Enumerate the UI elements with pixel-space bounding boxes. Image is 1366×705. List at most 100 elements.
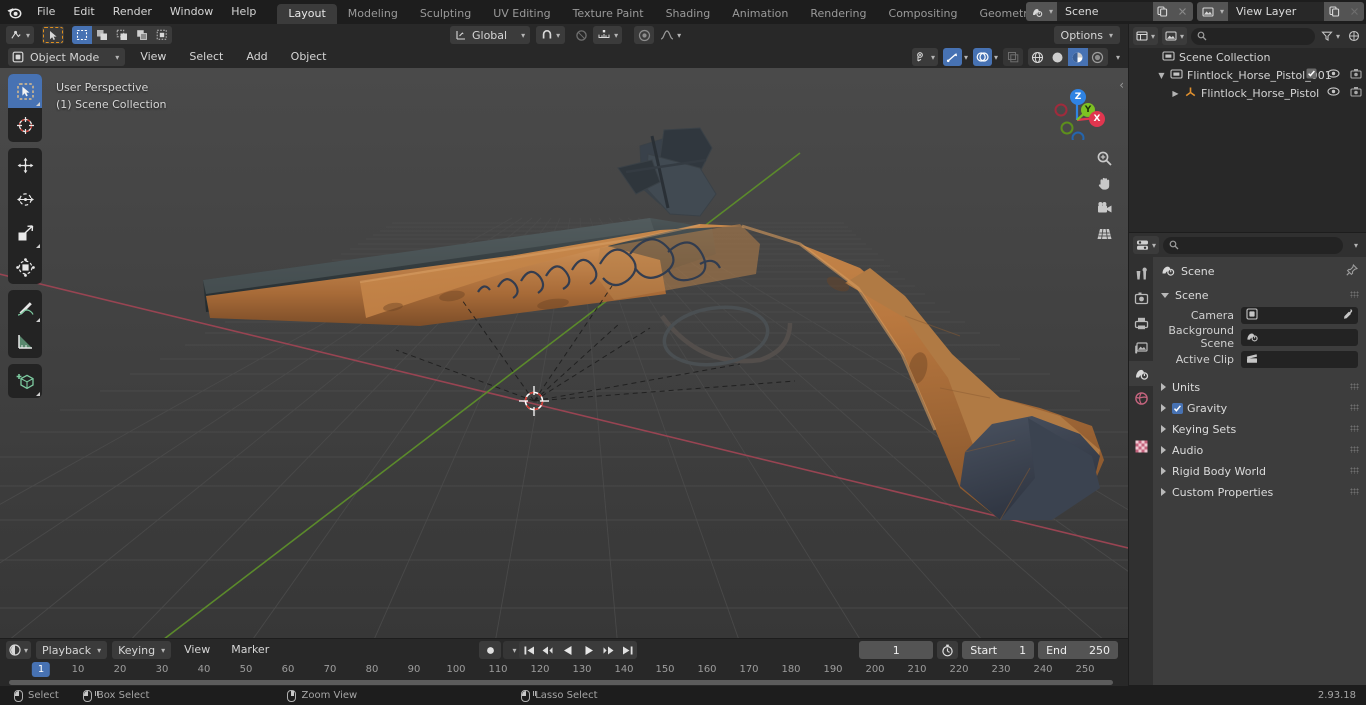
shading-solid-icon[interactable]	[1047, 48, 1068, 66]
3d-viewport[interactable]: User Perspective (1) Scene Collection Z …	[0, 68, 1128, 638]
overlays-icon[interactable]	[972, 48, 992, 66]
outliner-search-input[interactable]	[1191, 27, 1315, 45]
chevron-down-icon[interactable]: ▾	[964, 53, 968, 62]
timeline-menu-keying[interactable]: Keying ▾	[112, 641, 172, 659]
properties-tab-texture[interactable]	[1129, 434, 1153, 459]
active-clip-field[interactable]	[1241, 350, 1358, 368]
properties-tab-output[interactable]	[1129, 311, 1153, 336]
chevron-down-icon[interactable]: ▾	[994, 53, 998, 62]
editor-type-3dview-icon[interactable]: ▾	[6, 26, 35, 44]
zoom-view-button[interactable]	[1090, 146, 1118, 171]
shading-wireframe-icon[interactable]	[1027, 48, 1048, 66]
viewport-options-button[interactable]: Options ▾	[1053, 26, 1120, 44]
snap-toggle-button[interactable]: ▾	[536, 26, 566, 44]
properties-tab-scene[interactable]	[1129, 361, 1153, 386]
workspace-tab-modeling[interactable]: Modeling	[337, 4, 409, 24]
timeline-menu-view[interactable]: View	[176, 641, 218, 659]
workspace-tab-texture-paint[interactable]: Texture Paint	[562, 4, 655, 24]
camera-field[interactable]	[1241, 306, 1358, 324]
tool-transform[interactable]	[8, 250, 42, 284]
select-intersect-icon[interactable]	[132, 26, 153, 44]
panel-header-gravity[interactable]: Gravity	[1153, 398, 1366, 418]
jump-to-start-button[interactable]	[519, 641, 538, 659]
outliner-row-flintlock-horse-pistol[interactable]: ▶ Flintlock_Horse_Pistol	[1129, 84, 1366, 102]
disclosure-triangle-right-icon[interactable]: ▶	[1171, 89, 1180, 98]
toggle-perspective-button[interactable]	[1090, 221, 1118, 246]
properties-tab-view-layer[interactable]	[1129, 336, 1153, 361]
x-icon[interactable]	[1344, 2, 1364, 21]
panel-header-audio[interactable]: Audio	[1153, 440, 1366, 460]
xray-icon[interactable]	[1002, 48, 1023, 66]
timeline-scrollbar-track[interactable]	[0, 679, 1128, 686]
disclosure-triangle-down-icon[interactable]: ▼	[1157, 71, 1166, 80]
outliner-row-scene-collection[interactable]: Scene Collection	[1129, 48, 1366, 66]
timeline-playhead[interactable]: 1	[31, 662, 51, 677]
background-scene-field[interactable]	[1241, 328, 1358, 346]
object-mode-selector[interactable]: Object Mode ▾	[8, 48, 126, 66]
stopwatch-icon[interactable]	[937, 641, 959, 659]
object-visibility-icon[interactable]: ▾	[911, 48, 938, 66]
panel-header-rigid-body-world[interactable]: Rigid Body World	[1153, 461, 1366, 481]
pan-view-button[interactable]	[1090, 171, 1118, 196]
properties-tab-tool[interactable]	[1129, 261, 1153, 286]
select-box-icon[interactable]	[72, 26, 93, 44]
view-layer-name-value[interactable]: View Layer	[1228, 2, 1324, 21]
select-extend-icon[interactable]	[92, 26, 113, 44]
shading-rendered-icon[interactable]	[1087, 48, 1108, 66]
select-subtract-icon[interactable]	[112, 26, 133, 44]
menu-help[interactable]: Help	[222, 2, 265, 22]
play-button[interactable]	[578, 641, 599, 659]
editor-type-properties-icon[interactable]: ▾	[1133, 236, 1160, 254]
workspace-tab-shading[interactable]: Shading	[655, 4, 722, 24]
editor-type-outliner-icon[interactable]: ▾	[1133, 27, 1159, 45]
checkbox-icon[interactable]	[1306, 68, 1317, 82]
pin-icon[interactable]	[1346, 263, 1359, 279]
viewport-menu-object[interactable]: Object	[283, 48, 335, 66]
outliner-filter-settings-icon[interactable]	[1346, 27, 1362, 45]
record-icon[interactable]	[479, 641, 501, 659]
select-difference-icon[interactable]	[152, 26, 173, 44]
tool-scale[interactable]	[8, 216, 42, 250]
chevron-down-icon[interactable]: ▾	[1116, 53, 1120, 62]
outliner-row-flintlock-horse-pistol-001[interactable]: ▼ Flintlock_Horse_Pistol_001	[1129, 66, 1366, 84]
duplicate-icon[interactable]	[1152, 2, 1173, 21]
view-layer-selector[interactable]: ▾ View Layer	[1196, 2, 1364, 21]
menu-window[interactable]: Window	[161, 2, 222, 22]
play-reverse-button[interactable]	[557, 641, 578, 659]
gizmo-icon[interactable]	[942, 48, 962, 66]
end-frame-field[interactable]: End 250	[1038, 641, 1118, 659]
properties-tab-render[interactable]	[1129, 286, 1153, 311]
snap-increment-icon[interactable]: ▾	[593, 26, 623, 44]
workspace-tab-rendering[interactable]: Rendering	[799, 4, 877, 24]
timeline-menu-marker[interactable]: Marker	[223, 641, 277, 659]
tool-rotate[interactable]	[8, 182, 42, 216]
timeline-ruler[interactable]: 1 10 20 30 40 50 60 70 80 90 100 110 120…	[0, 661, 1128, 679]
tool-move[interactable]	[8, 148, 42, 182]
current-frame-field[interactable]: 1	[859, 641, 934, 659]
tool-annotate[interactable]	[8, 290, 42, 324]
cursor-select-icon[interactable]	[42, 26, 65, 44]
camera-icon[interactable]	[1350, 86, 1362, 100]
x-icon[interactable]	[1172, 2, 1193, 21]
gizmo-axis-z[interactable]: Z	[1070, 89, 1086, 105]
camera-view-button[interactable]	[1090, 196, 1118, 221]
scene-selector[interactable]: ▾ Scene	[1025, 2, 1193, 21]
eyedropper-icon[interactable]	[1341, 308, 1353, 323]
next-keyframe-button[interactable]	[599, 641, 618, 659]
properties-tab-world[interactable]	[1129, 386, 1153, 411]
menu-file[interactable]: File	[28, 2, 64, 22]
falloff-smooth-icon[interactable]: ▾	[657, 26, 684, 44]
properties-options-button[interactable]: ▾	[1347, 236, 1362, 254]
timeline-scrollbar-thumb[interactable]	[9, 680, 1113, 685]
menu-render[interactable]: Render	[104, 2, 161, 22]
panel-header-keying-sets[interactable]: Keying Sets	[1153, 419, 1366, 439]
workspace-tab-sculpting[interactable]: Sculpting	[409, 4, 482, 24]
viewport-menu-view[interactable]: View	[132, 48, 174, 66]
proportional-editing-toggle[interactable]	[634, 26, 655, 44]
gravity-checkbox[interactable]	[1172, 402, 1183, 414]
duplicate-icon[interactable]	[1324, 2, 1344, 21]
tool-tweak-select[interactable]	[8, 74, 42, 108]
filter-icon[interactable]: ▾	[1319, 27, 1342, 45]
eye-icon[interactable]	[1327, 68, 1340, 82]
panel-header-scene[interactable]: Scene	[1153, 285, 1366, 305]
